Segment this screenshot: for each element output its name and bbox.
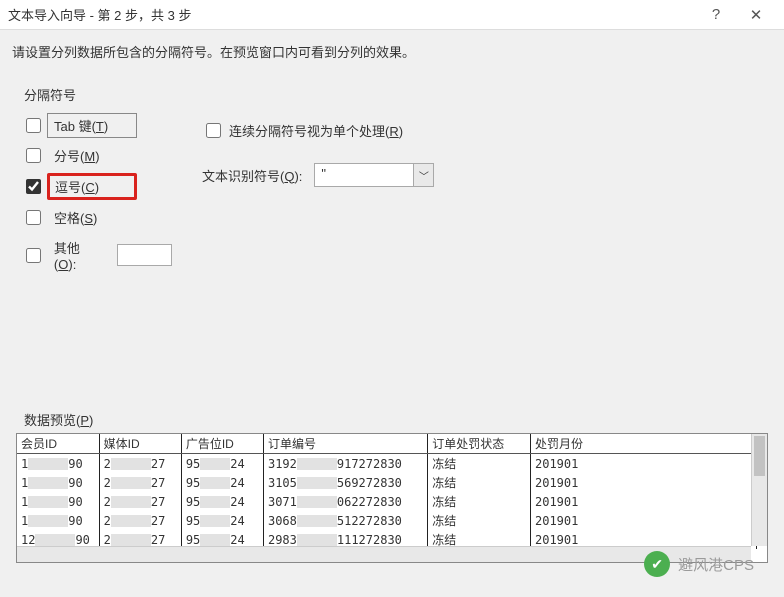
delimiter-options: Tab 键(T) 分号(M) 逗号(C) 空格(S) 其他(O): [22,108,172,280]
table-cell: 3068512272830 [263,511,427,530]
table-cell: 冻结 [428,511,531,530]
table-cell: 冻结 [428,473,531,492]
table-cell: 190 [17,492,99,511]
table-cell: 190 [17,473,99,492]
preview-group: 数据预览(P) 会员ID 媒体ID 广告位ID 订单编号 订单处罚状态 处罚月份… [12,400,772,565]
col-header-status: 订单处罚状态 [428,434,531,454]
table-cell: 227 [99,473,181,492]
close-button[interactable]: ✕ [736,6,776,24]
table-cell: 190 [17,511,99,530]
table-cell: 3071062272830 [263,492,427,511]
col-header-member: 会员ID [17,434,99,454]
scrollbar-thumb[interactable] [754,436,765,476]
table-cell: 227 [99,492,181,511]
checkbox-comma[interactable] [26,179,41,194]
watermark: ✔ 避风港CPS [644,551,754,577]
table-cell: 227 [99,511,181,530]
delimiter-semicolon[interactable]: 分号(M) [22,143,172,168]
table-cell: 9524 [181,454,263,474]
qualifier-select[interactable]: " ﹀ [314,163,434,187]
vertical-scrollbar[interactable] [751,434,767,546]
label-qualifier: 文本识别符号(Q): [202,166,302,185]
table-cell: 3105569272830 [263,473,427,492]
col-header-ad: 广告位ID [181,434,263,454]
table-cell: 9524 [181,492,263,511]
window-title: 文本导入向导 - 第 2 步，共 3 步 [8,5,696,24]
col-header-media: 媒体ID [99,434,181,454]
title-bar: 文本导入向导 - 第 2 步，共 3 步 ? ✕ [0,0,784,30]
chevron-down-icon[interactable]: ﹀ [413,164,433,186]
checkbox-tab[interactable] [26,118,41,133]
table-cell: 190 [17,454,99,474]
checkbox-consecutive[interactable] [206,123,221,138]
table-cell: 冻结 [428,492,531,511]
qualifier-value: " [315,164,413,186]
other-delimiter-input[interactable] [117,244,172,266]
label-other: 其他(O): [47,235,109,275]
table-cell: 9524 [181,473,263,492]
horizontal-scrollbar[interactable] [17,546,751,562]
delimiter-tab[interactable]: Tab 键(T) [22,113,172,138]
table-row: 19022795243071062272830冻结201901 [17,492,757,511]
table-cell: 9524 [181,511,263,530]
table-cell: 201901 [531,511,757,530]
table-cell: 227 [99,454,181,474]
delimiter-other[interactable]: 其他(O): [22,235,172,275]
preview-pane: 会员ID 媒体ID 广告位ID 订单编号 订单处罚状态 处罚月份 1902279… [16,433,768,563]
text-qualifier-row: 文本识别符号(Q): " ﹀ [202,163,762,187]
label-comma: 逗号(C) [47,173,137,200]
table-cell: 3192917272830 [263,454,427,474]
table-cell: 201901 [531,492,757,511]
label-semicolon: 分号(M) [47,143,137,168]
watermark-logo-icon: ✔ [644,551,670,577]
checkbox-space[interactable] [26,210,41,225]
preview-table: 会员ID 媒体ID 广告位ID 订单编号 订单处罚状态 处罚月份 1902279… [17,434,757,549]
label-space: 空格(S) [47,205,137,230]
table-row: 19022795243105569272830冻结201901 [17,473,757,492]
table-row: 19022795243192917272830冻结201901 [17,454,757,474]
table-cell: 201901 [531,473,757,492]
delimiter-space[interactable]: 空格(S) [22,205,172,230]
delimiter-group: 分隔符号 Tab 键(T) 分号(M) 逗号(C) 空格(S) [12,75,772,290]
watermark-text: 避风港CPS [678,554,754,575]
instruction-text: 请设置分列数据所包含的分隔符号。在预览窗口内可看到分列的效果。 [0,30,784,69]
help-button[interactable]: ? [696,6,736,23]
col-header-order: 订单编号 [263,434,427,454]
delimiter-comma[interactable]: 逗号(C) [22,173,172,200]
checkbox-other[interactable] [26,248,41,263]
consecutive-option[interactable]: 连续分隔符号视为单个处理(R) [202,120,762,141]
col-header-month: 处罚月份 [531,434,757,454]
label-tab: Tab 键(T) [47,113,137,138]
table-cell: 冻结 [428,454,531,474]
table-row: 19022795243068512272830冻结201901 [17,511,757,530]
delimiter-group-label: 分隔符号 [20,85,80,104]
label-consecutive: 连续分隔符号视为单个处理(R) [229,121,403,140]
table-cell: 201901 [531,454,757,474]
checkbox-semicolon[interactable] [26,148,41,163]
preview-label: 数据预览(P) [20,410,97,429]
